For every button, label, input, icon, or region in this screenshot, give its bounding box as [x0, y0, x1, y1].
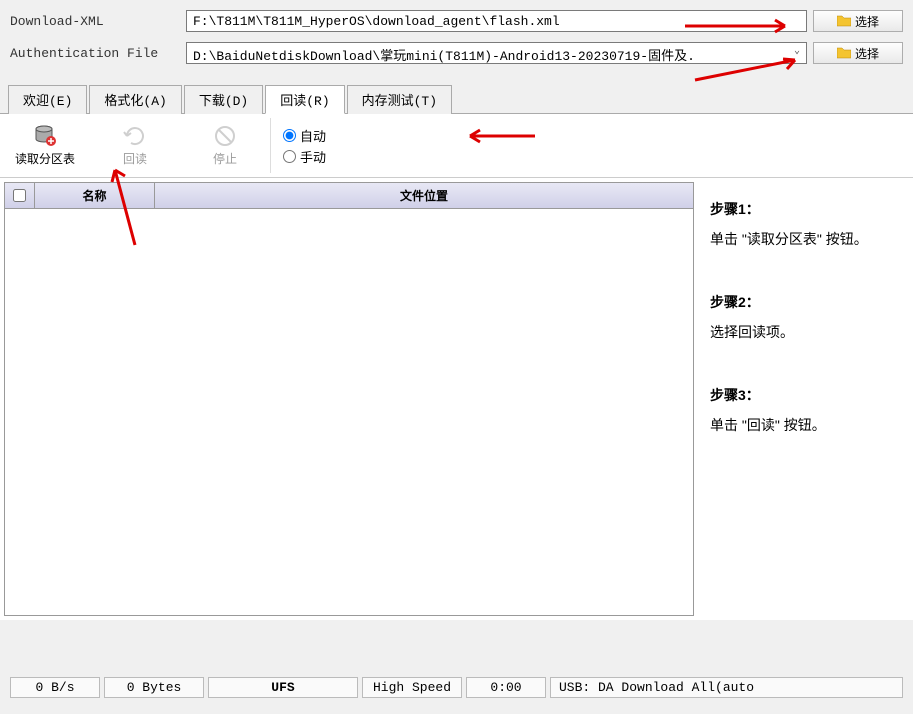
- tab-readback[interactable]: 回读(R): [265, 85, 344, 114]
- folder-icon: [837, 47, 851, 59]
- step3-title: 步骤3：: [710, 384, 901, 406]
- auth-file-dropdown[interactable]: D:\BaiduNetdiskDownload\掌玩mini(T811M)-An…: [186, 42, 807, 64]
- auth-file-label: Authentication File: [10, 46, 180, 61]
- step2-text: 选择回读项。: [710, 321, 901, 343]
- partition-table[interactable]: 名称 文件位置: [4, 182, 694, 616]
- radio-manual[interactable]: 手动: [283, 147, 326, 166]
- folder-icon: [837, 15, 851, 27]
- tab-bar: 欢迎(E) 格式化(A) 下载(D) 回读(R) 内存测试(T): [0, 84, 913, 114]
- step1-title: 步骤1：: [710, 198, 901, 220]
- tab-welcome[interactable]: 欢迎(E): [8, 85, 87, 114]
- select-all-checkbox[interactable]: [5, 183, 35, 208]
- status-bar: 0 B/s 0 Bytes UFS High Speed 0:00 USB: D…: [0, 673, 913, 702]
- tab-memtest[interactable]: 内存测试(T): [347, 85, 452, 114]
- status-mode: High Speed: [362, 677, 462, 698]
- radio-auto[interactable]: 自动: [283, 126, 326, 145]
- read-partition-table-button[interactable]: 读取分区表: [0, 118, 90, 173]
- column-location: 文件位置: [155, 183, 693, 208]
- status-bytes: 0 Bytes: [104, 677, 204, 698]
- mode-radio-group: 自动 手动: [270, 118, 338, 173]
- status-usb: USB: DA Download All(auto: [550, 677, 903, 698]
- status-storage: UFS: [208, 677, 358, 698]
- step2-title: 步骤2：: [710, 291, 901, 313]
- step3-text: 单击 "回读" 按钮。: [710, 414, 901, 436]
- tab-download[interactable]: 下载(D): [184, 85, 263, 114]
- auth-file-row: Authentication File D:\BaiduNetdiskDownl…: [10, 42, 903, 64]
- download-xml-label: Download-XML: [10, 14, 180, 29]
- database-add-icon: [33, 124, 57, 148]
- step1-text: 单击 "读取分区表" 按钮。: [710, 228, 901, 250]
- readback-button[interactable]: 回读: [90, 118, 180, 173]
- instructions-panel: 步骤1： 单击 "读取分区表" 按钮。 步骤2： 选择回读项。 步骤3： 单击 …: [698, 178, 913, 620]
- status-speed: 0 B/s: [10, 677, 100, 698]
- toolbar: 读取分区表 回读 停止 自动 手动: [0, 114, 913, 178]
- column-name: 名称: [35, 183, 155, 208]
- stop-icon: [213, 124, 237, 148]
- status-time: 0:00: [466, 677, 546, 698]
- stop-button[interactable]: 停止: [180, 118, 270, 173]
- download-xml-row: Download-XML 选择: [10, 10, 903, 32]
- download-xml-input[interactable]: [186, 10, 807, 32]
- tab-format[interactable]: 格式化(A): [89, 85, 181, 114]
- download-xml-browse-button[interactable]: 选择: [813, 10, 903, 32]
- undo-icon: [123, 124, 147, 148]
- auth-file-browse-button[interactable]: 选择: [813, 42, 903, 64]
